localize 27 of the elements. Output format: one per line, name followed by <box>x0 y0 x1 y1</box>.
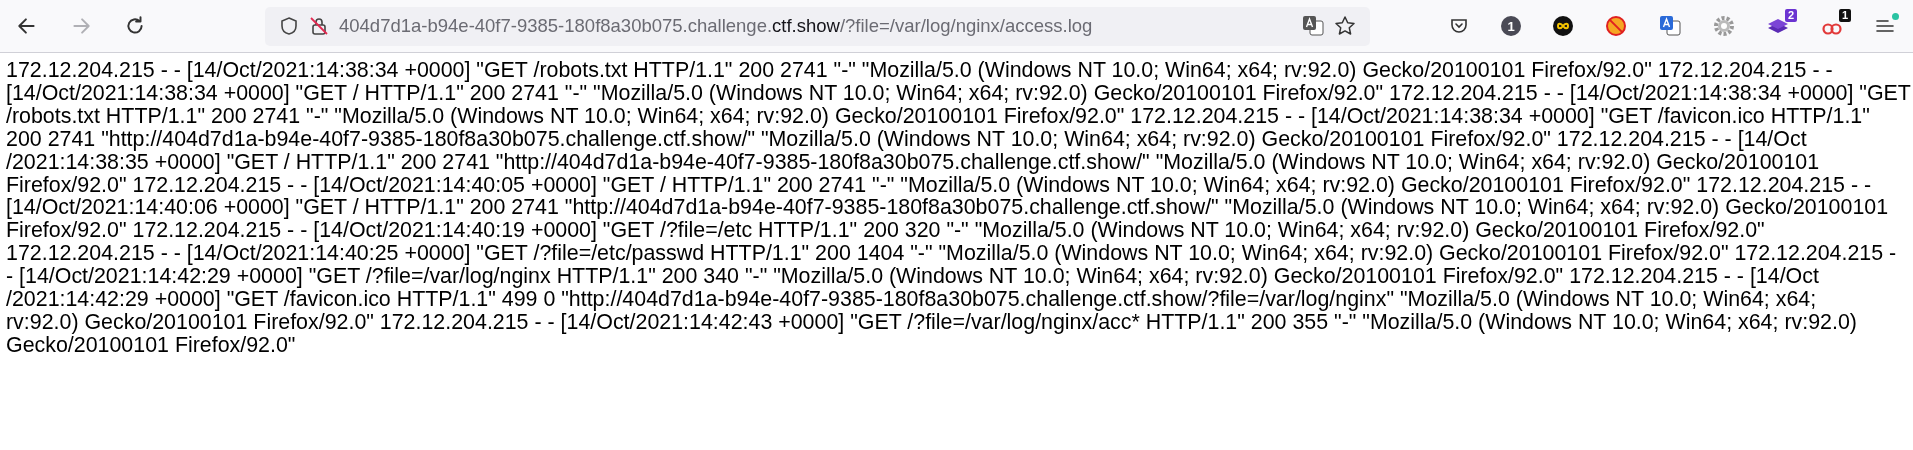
shield-icon[interactable] <box>279 16 299 36</box>
bookmark-star-icon[interactable] <box>1334 15 1356 37</box>
log-line: /2021:14:38:35 +0000] "GET / HTTP/1.1" 200 2741 "http://404d7d1a-b94e-40f7-9385-180f8a30b075.challenge.ctf.show/" "Mozilla/5.0 (Windows NT 10.0; Win64; x64; rv:92.0) Gecko/20100101 <box>6 150 1820 174</box>
log-line: /2021:14:42:29 +0000] "GET /favicon.ico HTTP/1.1" 499 0 "http://404d7d1a-b94e-40f7-9385-180f8a30b075.challenge.ctf.show/?file=/var/log/nginx" "Mozilla/5.0 (Windows NT 10.0; Win64; x64; <box>6 288 1817 311</box>
infinity-icon[interactable] <box>1553 16 1573 36</box>
address-bar[interactable]: 404d7d1a-b94e-40f7-9385-180f8a30b075.challenge.ctf.show/?file=/var/log/nginx/access.log <box>265 6 1370 46</box>
log-line: - [14/Oct/2021:14:42:29 +0000] "GET /?file=/var/log/nginx HTTP/1.1" 200 340 "-" "Mozilla/5.0 (Windows NT 10.0; Win64; x64; rv:92.0) Gecko/20100101 Firefox/92.0" 172.12.204.215 - - [14/Oct <box>6 265 1819 289</box>
log-line: Gecko/20100101 Firefox/92.0" <box>6 333 296 357</box>
insecure-lock-icon[interactable] <box>309 16 329 36</box>
log-line: /robots.txt HTTP/1.1" 200 2741 "-" "Mozilla/5.0 (Windows NT 10.0; Win64; x64; rv:92.0) Gecko/20100101 Firefox/92.0" 172.12.204.215 - - [14/Oct/2021:14:38:34 +0000] "GET /favicon.ico HTTP/1.1" <box>6 104 1870 128</box>
pocket-icon[interactable] <box>1449 16 1469 36</box>
log-line: [14/Oct/2021:14:38:34 +0000] "GET / HTTP/1.1" 200 2741 "-" "Mozilla/5.0 (Windows NT 10.0; Win64; x64; rv:92.0) Gecko/20100101 Firefox/92.0" 172.12.204.215 - - [14/Oct/2021:14:38:34 +0000] "GET <box>6 81 1911 105</box>
translate-icon[interactable] <box>1659 15 1681 37</box>
url-text[interactable]: 404d7d1a-b94e-40f7-9385-180f8a30b075.challenge.ctf.show/?file=/var/log/nginx/access.log <box>339 15 1292 37</box>
gear-icon[interactable] <box>1713 15 1735 37</box>
translate-icon[interactable] <box>1302 15 1324 37</box>
log-line: 172.12.204.215 - - [14/Oct/2021:14:38:34 +0000] "GET /robots.txt HTTP/1.1" 200 2741 "-" "Mozilla/5.0 (Windows NT 10.0; Win64; x64; rv:92.0) Gecko/20100101 Firefox/92.0" 172.12.204.215 - - <box>6 59 1833 82</box>
count-badge[interactable]: 1 <box>1501 16 1521 36</box>
blocked-icon[interactable] <box>1605 15 1627 37</box>
log-line: Firefox/92.0" 172.12.204.215 - - [14/Oct/2021:14:40:19 +0000] "GET /?file=/etc HTTP/1.1" 200 320 "-" "Mozilla/5.0 (Windows NT 10.0; Win64; x64; rv:92.0) Gecko/20100101 Firefox/92.0" <box>6 219 1765 243</box>
log-line: 200 2741 "http://404d7d1a-b94e-40f7-9385-180f8a30b075.challenge.ctf.show/" "Mozilla/5.0 (Windows NT 10.0; Win64; x64; rv:92.0) Gecko/20100101 Firefox/92.0" 172.12.204.215 - - [14/Oct <box>6 127 1807 151</box>
log-line: [14/Oct/2021:14:40:06 +0000] "GET / HTTP/1.1" 200 2741 "http://404d7d1a-b94e-40f7-9385-180f8a30b075.challenge.ctf.show/" "Mozilla/5.0 (Windows NT 10.0; Win64; x64; rv:92.0) Gecko/20100101 <box>6 196 1889 220</box>
log-line: Firefox/92.0" 172.12.204.215 - - [14/Oct/2021:14:40:05 +0000] "GET / HTTP/1.1" 200 2741 "-" "Mozilla/5.0 (Windows NT 10.0; Win64; x64; rv:92.0) Gecko/20100101 Firefox/92.0" 172.12.204.215 - - <box>6 173 1872 197</box>
count-badge: 1 <box>1838 9 1851 22</box>
log-line: 172.12.204.215 - - [14/Oct/2021:14:40:25 +0000] "GET /?file=/etc/passwd HTTP/1.1" 200 1404 "-" "Mozilla/5.0 (Windows NT 10.0; Win64; x64; rv:92.0) Gecko/20100101 Firefox/92.0" 172.12.204.215 - <box>6 242 1897 266</box>
count-badge: 2 <box>1784 9 1797 22</box>
log-line: rv:92.0) Gecko/20100101 Firefox/92.0" 172.12.204.215 - - [14/Oct/2021:14:42:43 +0000] "GET /?file=/var/log/nginx/acc* HTTP/1.1" 200 355 "-" "Mozilla/5.0 (Windows NT 10.0; Win64; x64; rv:92.0) <box>6 310 1857 334</box>
